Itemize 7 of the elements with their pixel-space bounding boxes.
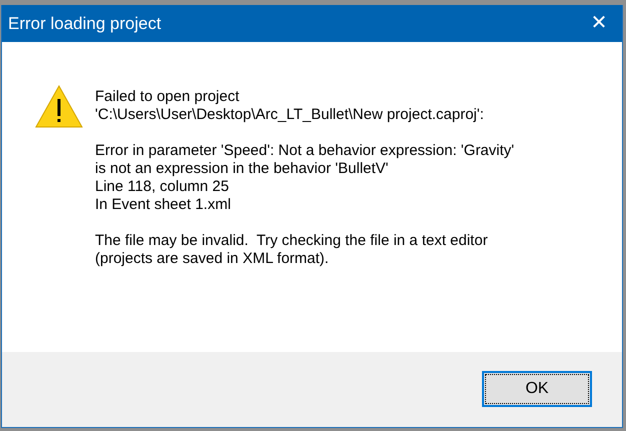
message-text: The file may be invalid. Try checking the file in a text editor (projects are saved in XML format).	[95, 232, 489, 268]
message-text: Error in parameter 'Speed': Not a behavior expression: 'Gravity' is not an expression in the behavior 'BulletV' Line 118, column 25 In Event sheet 1.xml	[95, 142, 514, 214]
warning-icon	[35, 85, 83, 128]
message-text: Failed to open project 'C:\Users\User\Desktop\Arc_LT_Bullet\New project.caproj':	[95, 88, 485, 124]
window-title: Error loading project	[8, 14, 162, 34]
ok-button[interactable]: OK	[482, 370, 592, 406]
close-button[interactable]: ✕	[576, 5, 622, 42]
